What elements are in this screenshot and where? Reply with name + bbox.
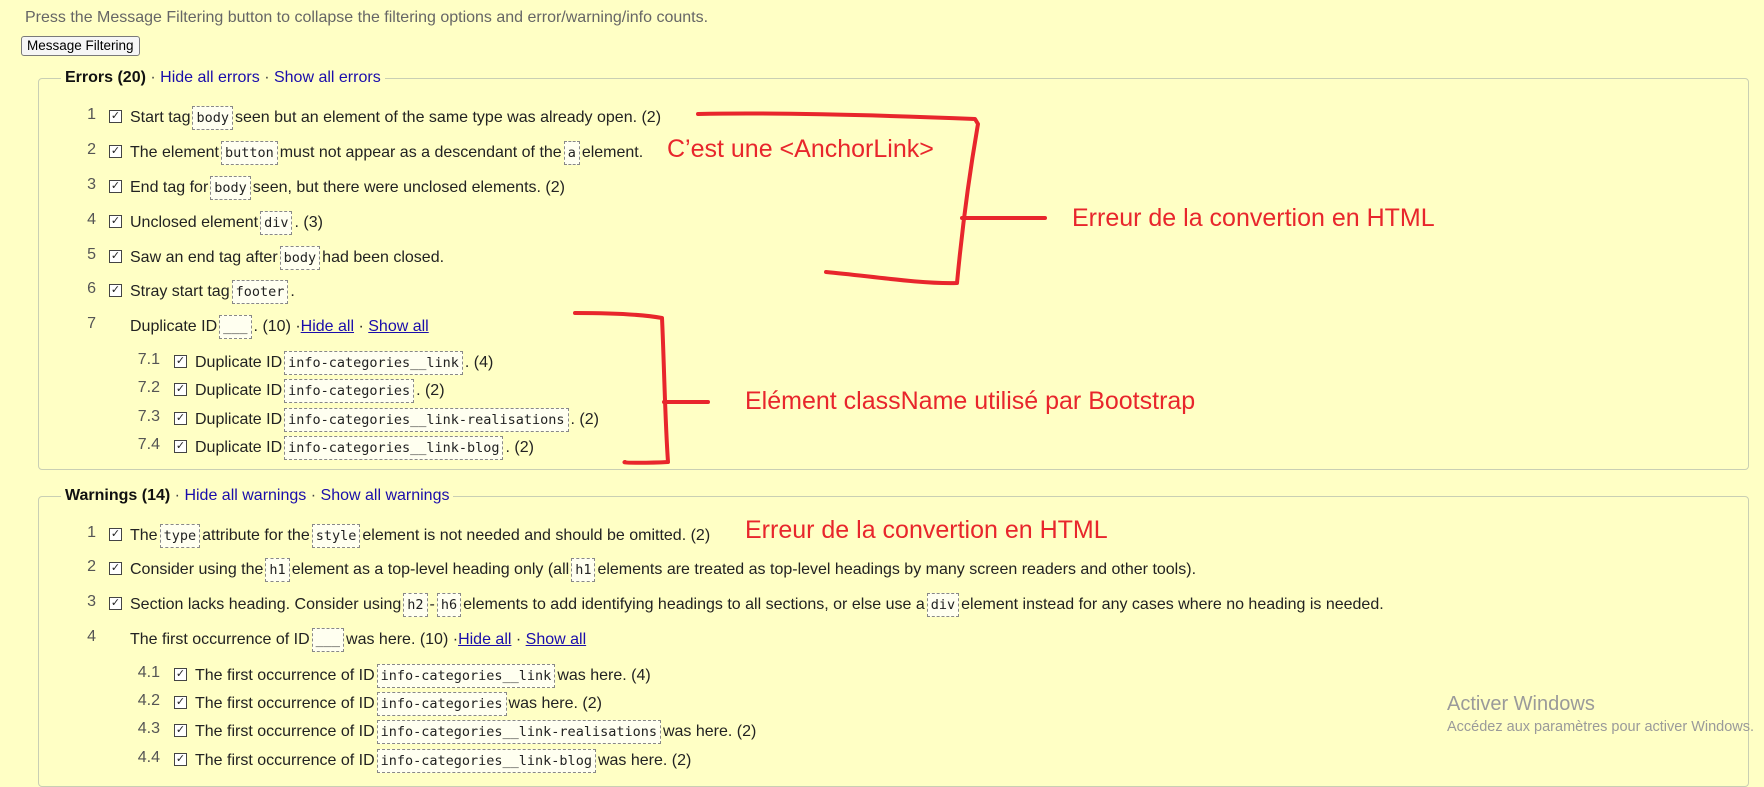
error-bracket-2 bbox=[573, 311, 670, 465]
conversion-error-note-2: Erreur de la convertion en HTML bbox=[745, 516, 1108, 544]
conversion-error-note-1: Erreur de la convertion en HTML bbox=[1072, 204, 1435, 232]
activate-windows-subtitle: Accédez aux paramètres pour activer Wind… bbox=[1447, 719, 1755, 735]
anchor-link-note: C’est une <AnchorLink> bbox=[667, 135, 934, 163]
bootstrap-note: Elément className utilisé par Bootstrap bbox=[745, 387, 1196, 415]
activate-windows-title: Activer Windows bbox=[1447, 693, 1595, 715]
